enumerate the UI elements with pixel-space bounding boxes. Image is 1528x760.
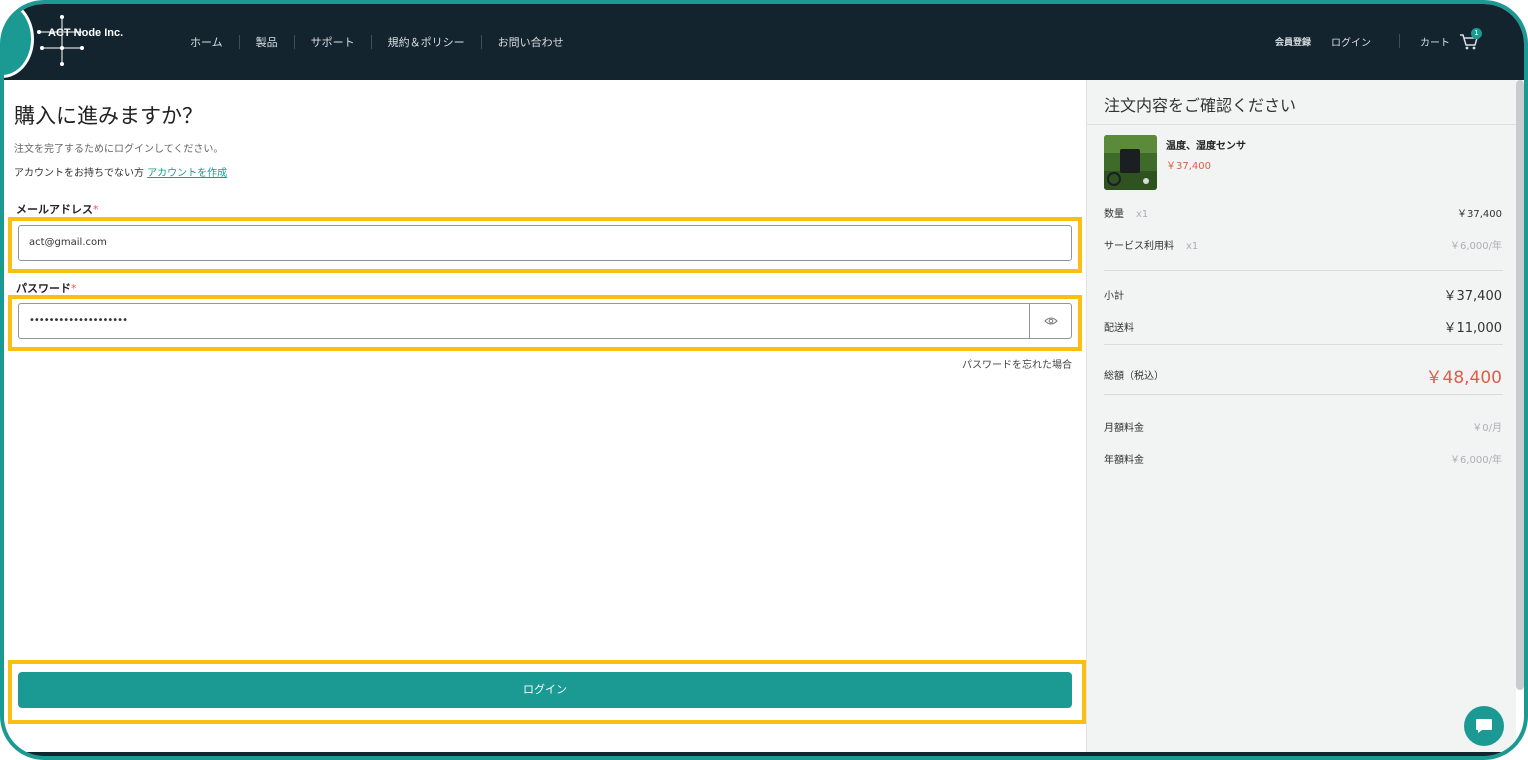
nav-terms-policy[interactable]: 規約＆ポリシー [388, 34, 465, 50]
password-field[interactable]: •••••••••••••••••••• [18, 303, 1072, 339]
cart-count-badge: 1 [1471, 28, 1482, 39]
company-logo[interactable]: ACT Node Inc. [34, 12, 144, 72]
quantity-row-label: 数量 x1 [1104, 205, 1148, 220]
cart-icon[interactable]: 1 [1458, 28, 1482, 52]
logo-text: ACT Node Inc. [48, 27, 124, 39]
register-link[interactable]: 会員登録 [1275, 35, 1311, 48]
total-value: ￥48,400 [1425, 368, 1502, 388]
yearly-fee-label: 年額料金 [1104, 455, 1144, 466]
nav-products[interactable]: 製品 [256, 34, 278, 50]
app-frame: ACT Node Inc. ホーム 製品 サポート 規約＆ポリシー お問い合わせ… [0, 0, 1528, 760]
summary-divider [1087, 124, 1517, 125]
email-label-text: メールアドレス [16, 203, 93, 216]
service-fee-label: サービス利用料 [1104, 241, 1174, 252]
service-row-label: サービス利用料 x1 [1104, 237, 1198, 252]
header-login-link[interactable]: ログイン [1331, 34, 1371, 49]
footer-bar [4, 752, 1524, 756]
email-label: メールアドレス* [16, 201, 99, 217]
quantity-value: ￥37,400 [1457, 209, 1502, 220]
cart-link[interactable]: カート [1420, 34, 1450, 49]
page-title: 購入に進みますか？ [14, 104, 203, 128]
nav-divider [238, 35, 240, 49]
service-fee-count: x1 [1186, 241, 1199, 252]
monthly-fee-label: 月額料金 [1104, 423, 1144, 434]
subtotal-value: ￥37,400 [1443, 289, 1503, 304]
monthly-fee-value: ￥0/月 [1472, 423, 1502, 434]
nav-divider [480, 35, 482, 49]
shipping-value: ￥11,000 [1443, 321, 1503, 336]
login-instruction: 注文を完了するためにログインしてください。 [14, 144, 224, 155]
email-field[interactable]: act@gmail.com [18, 225, 1072, 261]
summary-divider [1104, 394, 1503, 395]
product-name: 温度、湿度センサ [1166, 141, 1246, 152]
logo-network-icon [37, 15, 84, 66]
nav-divider [370, 35, 372, 49]
nav-support[interactable]: サポート [311, 34, 355, 50]
service-fee-value: ￥6,000/年 [1450, 241, 1502, 252]
nav-divider [293, 35, 295, 49]
yearly-fee-value: ￥6,000/年 [1450, 455, 1502, 466]
password-value: •••••••••••••••••••• [29, 315, 128, 326]
quantity-count: x1 [1136, 209, 1149, 220]
password-label: パスワード* [16, 280, 77, 296]
header-divider [1399, 34, 1400, 48]
password-label-text: パスワード [16, 282, 71, 295]
header-account-area: 会員登録 ログイン カート 1 [1255, 28, 1482, 52]
chat-button[interactable] [1464, 706, 1504, 746]
page-scrollbar[interactable] [1516, 80, 1524, 690]
order-summary: 注文内容をご確認ください 温度、湿度センサ ￥37,400 数量 x1 ￥37,4… [1086, 80, 1517, 752]
login-panel: 購入に進みますか？ 注文を完了するためにログインしてください。 アカウントをお持… [4, 80, 1086, 752]
required-mark: * [93, 203, 99, 216]
total-label: 総額（税込） [1104, 371, 1164, 382]
quantity-label: 数量 [1104, 209, 1124, 220]
nav-home[interactable]: ホーム [190, 34, 223, 50]
required-mark: * [71, 282, 77, 295]
show-password-button[interactable] [1029, 304, 1071, 338]
chat-bubble-icon [1476, 719, 1492, 733]
product-price: ￥37,400 [1166, 161, 1211, 172]
forgot-password-link[interactable]: パスワードを忘れた場合 [962, 356, 1072, 371]
summary-divider [1104, 344, 1503, 345]
main-nav: ホーム 製品 サポート 規約＆ポリシー お問い合わせ [190, 34, 564, 50]
product-image [1104, 135, 1157, 190]
signup-prompt: アカウントをお持ちでない方 [14, 168, 144, 179]
nav-contact[interactable]: お問い合わせ [498, 34, 564, 50]
shipping-label: 配送料 [1104, 323, 1134, 334]
summary-title: 注文内容をご確認ください [1104, 96, 1297, 115]
signup-prompt-line: アカウントをお持ちでない方 アカウントを作成 [14, 164, 227, 179]
create-account-link[interactable]: アカウントを作成 [147, 168, 227, 179]
subtotal-label: 小計 [1104, 291, 1124, 302]
summary-divider [1104, 270, 1503, 271]
eye-icon [1044, 317, 1058, 325]
login-button[interactable]: ログイン [18, 672, 1072, 708]
site-header: ACT Node Inc. ホーム 製品 サポート 規約＆ポリシー お問い合わせ… [4, 4, 1524, 80]
